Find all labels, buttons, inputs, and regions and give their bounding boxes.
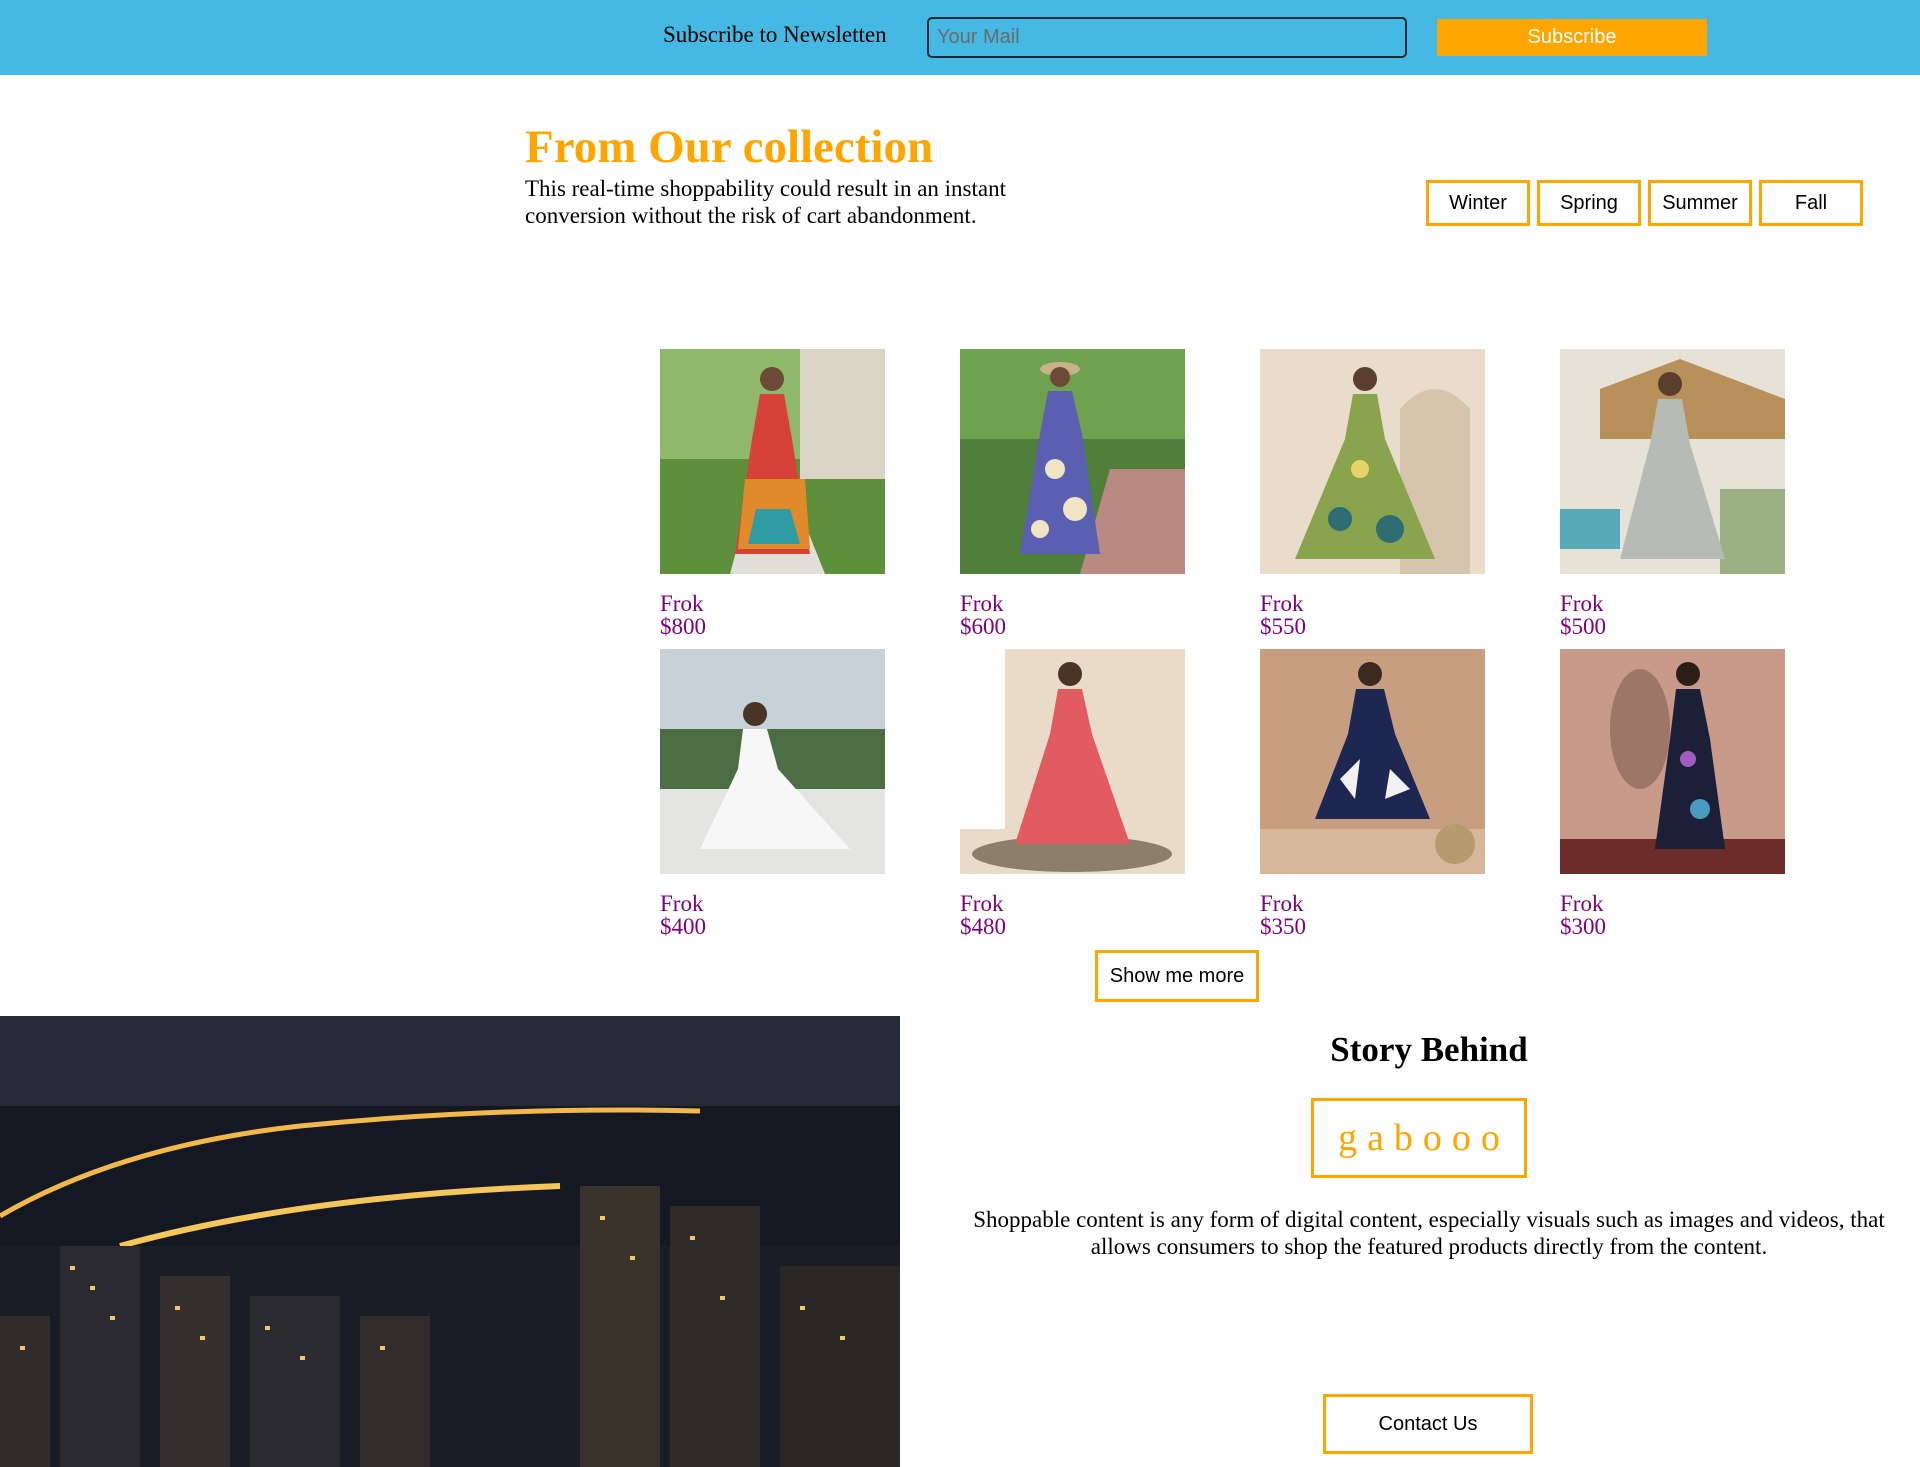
product-card[interactable]: Frok $350 bbox=[1260, 649, 1485, 949]
tab-winter[interactable]: Winter bbox=[1426, 180, 1530, 226]
product-image[interactable] bbox=[960, 649, 1185, 874]
newsletter-bar: Subscribe to Newsletten Subscribe bbox=[0, 0, 1920, 75]
product-card[interactable]: Frok $500 bbox=[1560, 349, 1785, 649]
product-card[interactable]: Frok $800 bbox=[660, 349, 885, 649]
product-card[interactable]: Frok $550 bbox=[1260, 349, 1485, 649]
story-text: Shoppable content is any form of digital… bbox=[973, 1207, 1885, 1259]
product-name: Frok bbox=[660, 591, 704, 616]
product-price: $500 bbox=[1560, 614, 1606, 639]
product-image[interactable] bbox=[1260, 349, 1485, 574]
product-price: $400 bbox=[660, 914, 706, 939]
product-name: Frok bbox=[1260, 891, 1304, 916]
collection-description: This real-time shoppability could result… bbox=[525, 176, 1006, 228]
product-price: $550 bbox=[1260, 614, 1306, 639]
product-image[interactable] bbox=[660, 649, 885, 874]
product-price: $480 bbox=[960, 914, 1006, 939]
product-price: $350 bbox=[1260, 914, 1306, 939]
tab-spring[interactable]: Spring bbox=[1537, 180, 1641, 226]
product-card[interactable]: Frok $300 bbox=[1560, 649, 1785, 949]
product-name: Frok bbox=[1260, 591, 1304, 616]
product-card[interactable]: Frok $480 bbox=[960, 649, 1185, 949]
product-name: Frok bbox=[960, 891, 1004, 916]
story-title: Story Behind bbox=[1330, 1030, 1528, 1069]
product-card[interactable]: Frok $400 bbox=[660, 649, 885, 949]
product-name: Frok bbox=[1560, 891, 1604, 916]
newsletter-label: Subscribe to Newsletten bbox=[663, 22, 887, 47]
subscribe-button[interactable]: Subscribe bbox=[1437, 19, 1707, 56]
city-night-image bbox=[0, 1016, 900, 1467]
brand-logo: gabooo bbox=[1311, 1098, 1527, 1178]
product-image[interactable] bbox=[1560, 349, 1785, 574]
product-name: Frok bbox=[660, 891, 704, 916]
product-image[interactable] bbox=[960, 349, 1185, 574]
product-price: $800 bbox=[660, 614, 706, 639]
season-tabs: Winter Spring Summer Fall bbox=[1426, 180, 1863, 226]
product-price: $600 bbox=[960, 614, 1006, 639]
show-more-button[interactable]: Show me more bbox=[1095, 950, 1259, 1002]
product-image[interactable] bbox=[660, 349, 885, 574]
product-name: Frok bbox=[960, 591, 1004, 616]
contact-us-button[interactable]: Contact Us bbox=[1323, 1394, 1533, 1454]
email-input[interactable] bbox=[927, 17, 1407, 58]
product-grid: Frok $800 Frok $600 Frok $550 Frok $500 … bbox=[660, 349, 1785, 949]
product-name: Frok bbox=[1560, 591, 1604, 616]
collection-title: From Our collection bbox=[525, 121, 934, 173]
product-image[interactable] bbox=[1560, 649, 1785, 874]
product-card[interactable]: Frok $600 bbox=[960, 349, 1185, 649]
tab-summer[interactable]: Summer bbox=[1648, 180, 1752, 226]
tab-fall[interactable]: Fall bbox=[1759, 180, 1863, 226]
product-price: $300 bbox=[1560, 914, 1606, 939]
product-image[interactable] bbox=[1260, 649, 1485, 874]
